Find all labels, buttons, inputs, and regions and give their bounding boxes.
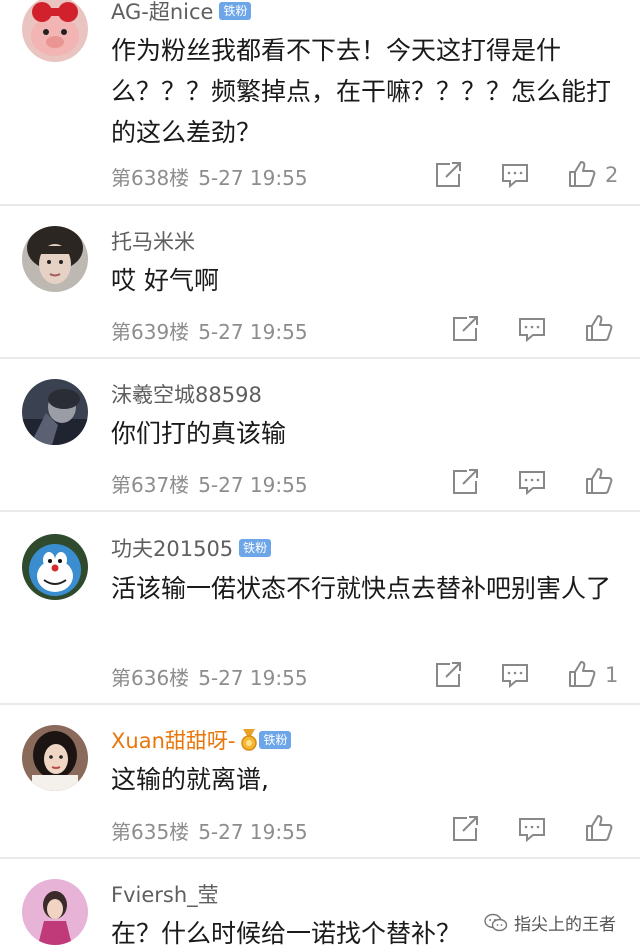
timestamp: 5-27 19:55 [198, 166, 308, 190]
reply-button[interactable] [500, 660, 530, 690]
comment-icon [502, 664, 528, 689]
like-icon [569, 661, 596, 687]
comment-meta: 第638楼 5-27 19:55 [111, 162, 308, 191]
reply-button[interactable] [517, 814, 547, 844]
timestamp: 5-27 19:55 [198, 820, 308, 844]
avatar[interactable] [22, 879, 88, 945]
comment-icon [519, 318, 545, 343]
like-icon [569, 161, 596, 187]
username[interactable]: 托马米米 [111, 226, 195, 256]
floor-number: 第639楼 [111, 320, 190, 344]
username[interactable]: 沫羲空城88598 [111, 379, 262, 409]
reply-button[interactable] [517, 314, 547, 344]
comment-text: 作为粉丝我都看不下去！今天这打得是什么？？？频繁掉点，在干嘛？？？？怎么能打的这… [111, 36, 612, 147]
reply-button[interactable] [517, 467, 547, 497]
share-button[interactable] [433, 660, 463, 690]
like-button[interactable] [567, 659, 597, 689]
comment-text: 你们打的真该输 [111, 419, 287, 448]
like-icon [586, 468, 613, 494]
share-icon [436, 162, 461, 187]
username[interactable]: 功夫201505 [111, 533, 233, 563]
comment-item: AG-超nice 铁粉 作为粉丝我都看不下去！今天这打得是什么？？？频繁掉点，在… [0, 0, 640, 206]
username[interactable]: Fviersh_莹 [111, 879, 219, 909]
wechat-icon [484, 913, 508, 931]
like-button[interactable] [584, 466, 614, 496]
comment-meta: 第635楼 5-27 19:55 [111, 816, 308, 845]
comment-icon [502, 164, 528, 189]
share-button[interactable] [450, 467, 480, 497]
comment-item: 托马米米 哎 好气啊 第639楼 5-27 19:55 [0, 204, 640, 359]
floor-number: 第635楼 [111, 820, 190, 844]
comment-feed: { "comments": [ { "username": "AG-超nice"… [0, 0, 640, 951]
comment-item: 功夫201505 铁粉 活该输一偌状态不行就快点去替补吧别害人了 第636楼 5-… [0, 510, 640, 705]
like-button[interactable] [584, 813, 614, 843]
comment-text: 这输的就离谱, [111, 765, 269, 794]
fan-badge: 铁粉 [259, 731, 292, 749]
avatar[interactable] [22, 534, 88, 600]
share-icon [453, 816, 478, 841]
avatar[interactable] [22, 379, 88, 445]
share-button[interactable] [450, 314, 480, 344]
floor-number: 第636楼 [111, 666, 190, 690]
comment-text: 活该输一偌状态不行就快点去替补吧别害人了 [111, 574, 612, 603]
comment-meta: 第636楼 5-27 19:55 [111, 662, 308, 691]
avatar[interactable] [22, 0, 88, 62]
share-icon [453, 316, 478, 341]
timestamp: 5-27 19:55 [198, 666, 308, 690]
username[interactable]: Xuan甜甜呀- [111, 725, 235, 755]
timestamp: 5-27 19:55 [198, 320, 308, 344]
comment-item: 沫羲空城88598 你们打的真该输 第637楼 5-27 19:55 [0, 357, 640, 512]
like-button[interactable] [567, 159, 597, 189]
like-button[interactable] [584, 313, 614, 343]
username[interactable]: AG-超nice [111, 0, 213, 26]
floor-number: 第637楼 [111, 473, 190, 497]
avatar[interactable] [22, 725, 88, 791]
comment-item: Xuan甜甜呀- 铁粉 这输的就离谱, 第635楼 5-27 19:55 [0, 703, 640, 859]
share-icon [436, 662, 461, 687]
reply-button[interactable] [500, 160, 530, 190]
share-button[interactable] [433, 160, 463, 190]
timestamp: 5-27 19:55 [198, 473, 308, 497]
comment-meta: 第639楼 5-27 19:55 [111, 316, 308, 345]
fan-badge: 铁粉 [219, 2, 252, 20]
comment-meta: 第637楼 5-27 19:55 [111, 469, 308, 498]
avatar[interactable] [22, 226, 88, 292]
comment-icon [519, 471, 545, 496]
like-icon [586, 815, 613, 841]
share-button[interactable] [450, 814, 480, 844]
comment-text: 哎 好气啊 [111, 266, 219, 295]
fan-badge: 铁粉 [239, 539, 272, 557]
share-icon [453, 469, 478, 494]
like-count: 1 [605, 663, 619, 687]
source-watermark: 指尖上的王者 [480, 908, 620, 937]
like-icon [586, 315, 613, 341]
like-count: 2 [605, 163, 619, 187]
floor-number: 第638楼 [111, 166, 190, 190]
medal-icon [239, 729, 259, 751]
comment-icon [519, 818, 545, 843]
watermark-text: 指尖上的王者 [514, 915, 616, 935]
